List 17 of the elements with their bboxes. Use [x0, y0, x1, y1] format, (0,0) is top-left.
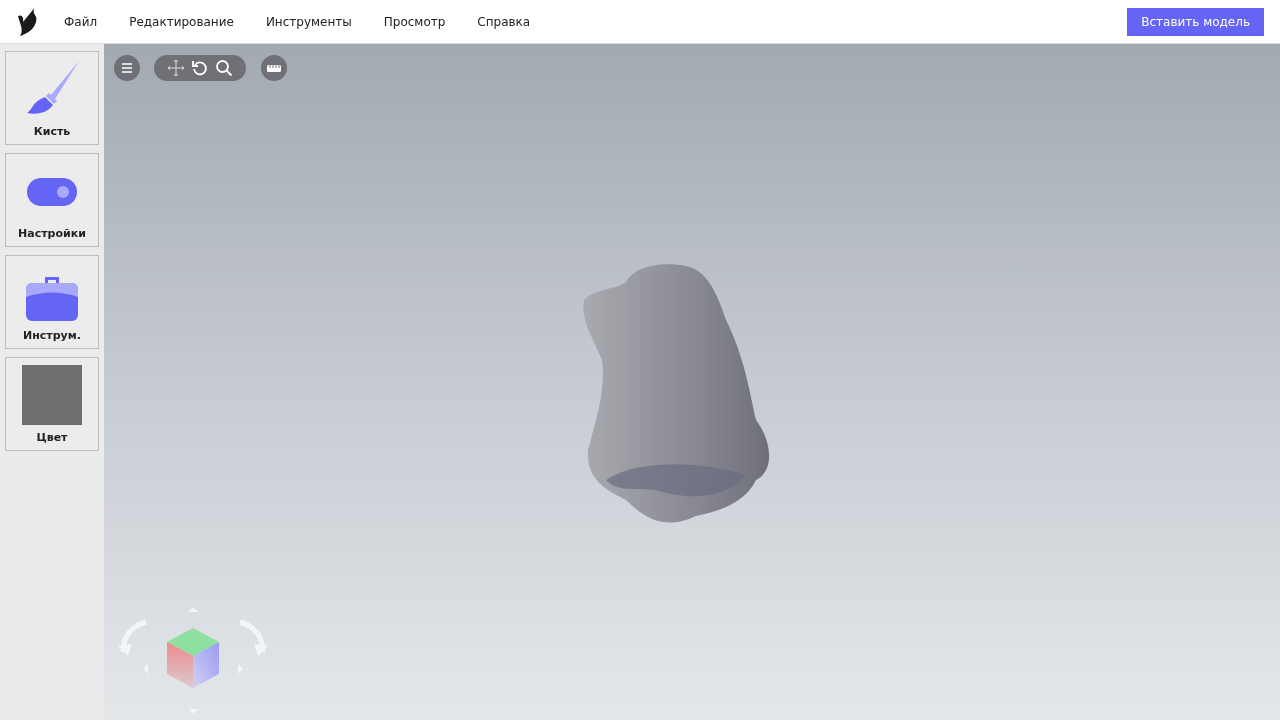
menu-button[interactable]	[114, 55, 140, 81]
menu-item[interactable]: Файл	[64, 14, 98, 29]
menu-item[interactable]: Инструменты	[265, 14, 352, 29]
search-icon[interactable]	[214, 58, 234, 78]
menu-item[interactable]: Просмотр	[383, 14, 446, 29]
tool-button[interactable]: Цвет	[5, 357, 99, 451]
menu-item[interactable]: Редактирование	[129, 14, 234, 29]
rotate-icon[interactable]	[190, 58, 210, 78]
insert-model-button[interactable]: Вставить модель	[1127, 7, 1264, 36]
move-icon[interactable]	[166, 58, 186, 78]
color-swatch[interactable]	[22, 365, 82, 425]
menu-item[interactable]: Справка	[477, 14, 531, 29]
tool-button[interactable]: Инструм.	[5, 255, 99, 349]
ruler-button[interactable]	[261, 55, 287, 81]
tool-button[interactable]: Кисть	[5, 51, 99, 145]
3d-viewport[interactable]	[104, 44, 1280, 720]
tool-button[interactable]: Настройки	[5, 153, 99, 247]
